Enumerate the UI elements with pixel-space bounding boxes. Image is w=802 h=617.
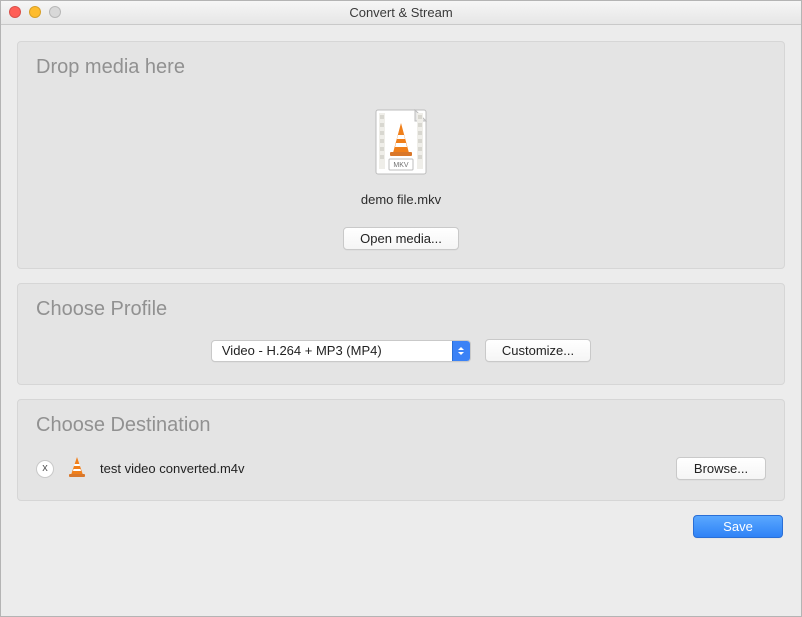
- drop-heading: Drop media here: [36, 56, 766, 79]
- vlc-cone-icon: [66, 455, 88, 482]
- choose-destination-panel: Choose Destination x test video converte…: [17, 399, 785, 501]
- titlebar: Convert & Stream: [1, 1, 801, 25]
- profile-selected-value: Video - H.264 + MP3 (MP4): [222, 343, 382, 358]
- remove-destination-button[interactable]: x: [36, 460, 54, 478]
- close-window-button[interactable]: [9, 6, 21, 18]
- browse-button[interactable]: Browse...: [676, 457, 766, 480]
- drop-media-panel: Drop media here: [17, 41, 785, 269]
- file-badge-text: MKV: [393, 162, 409, 169]
- dropped-file-name: demo file.mkv: [36, 192, 766, 207]
- window-controls: [9, 6, 61, 18]
- drop-area[interactable]: MKV demo file.mkv Open media...: [36, 91, 766, 250]
- zoom-window-button: [49, 6, 61, 18]
- footer: Save: [17, 515, 785, 538]
- window-title: Convert & Stream: [349, 5, 452, 20]
- choose-profile-panel: Choose Profile Video - H.264 + MP3 (MP4)…: [17, 283, 785, 385]
- profile-select[interactable]: Video - H.264 + MP3 (MP4): [211, 340, 471, 362]
- select-stepper-icon: [452, 341, 470, 361]
- media-file-icon: MKV: [375, 109, 427, 178]
- save-button[interactable]: Save: [693, 515, 783, 538]
- customize-button[interactable]: Customize...: [485, 339, 591, 362]
- minimize-window-button[interactable]: [29, 6, 41, 18]
- destination-file-name: test video converted.m4v: [100, 461, 245, 476]
- destination-heading: Choose Destination: [36, 414, 766, 437]
- open-media-button[interactable]: Open media...: [343, 227, 459, 250]
- content: Drop media here: [1, 25, 801, 550]
- profile-heading: Choose Profile: [36, 298, 766, 321]
